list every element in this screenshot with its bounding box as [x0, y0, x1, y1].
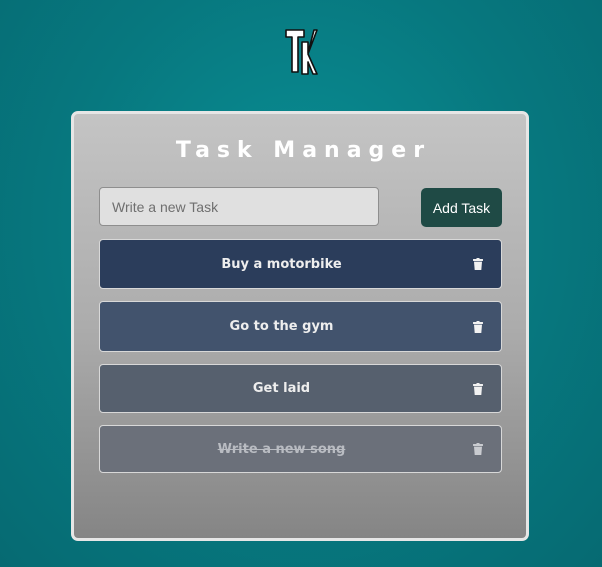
task-item[interactable]: Buy a motorbike	[99, 239, 502, 289]
task-item[interactable]: Get laid	[99, 364, 502, 413]
task-item-completed[interactable]: Write a new song	[99, 425, 502, 473]
delete-task-button[interactable]	[469, 440, 487, 458]
new-task-input[interactable]	[99, 187, 379, 226]
add-task-button[interactable]: Add Task	[421, 188, 502, 227]
task-item[interactable]: Go to the gym	[99, 301, 502, 352]
delete-task-button[interactable]	[469, 380, 487, 398]
task-list: Buy a motorbike Go to the gym Get laid W…	[99, 239, 502, 473]
task-label: Get laid	[252, 381, 311, 396]
task-manager-card: Task Manager Add Task Buy a motorbike Go…	[71, 111, 529, 541]
delete-task-button[interactable]	[469, 255, 487, 273]
task-label: Write a new song	[217, 441, 346, 457]
page-title: Task Manager	[175, 138, 432, 163]
trash-icon	[473, 320, 483, 333]
delete-task-button[interactable]	[469, 318, 487, 336]
trash-icon	[473, 382, 483, 395]
logo	[284, 28, 318, 76]
trash-icon	[473, 258, 483, 270]
task-label: Go to the gym	[229, 319, 334, 334]
task-label: Buy a motorbike	[221, 256, 342, 272]
trash-icon	[473, 443, 483, 455]
tk-monogram-logo-icon	[285, 29, 318, 75]
